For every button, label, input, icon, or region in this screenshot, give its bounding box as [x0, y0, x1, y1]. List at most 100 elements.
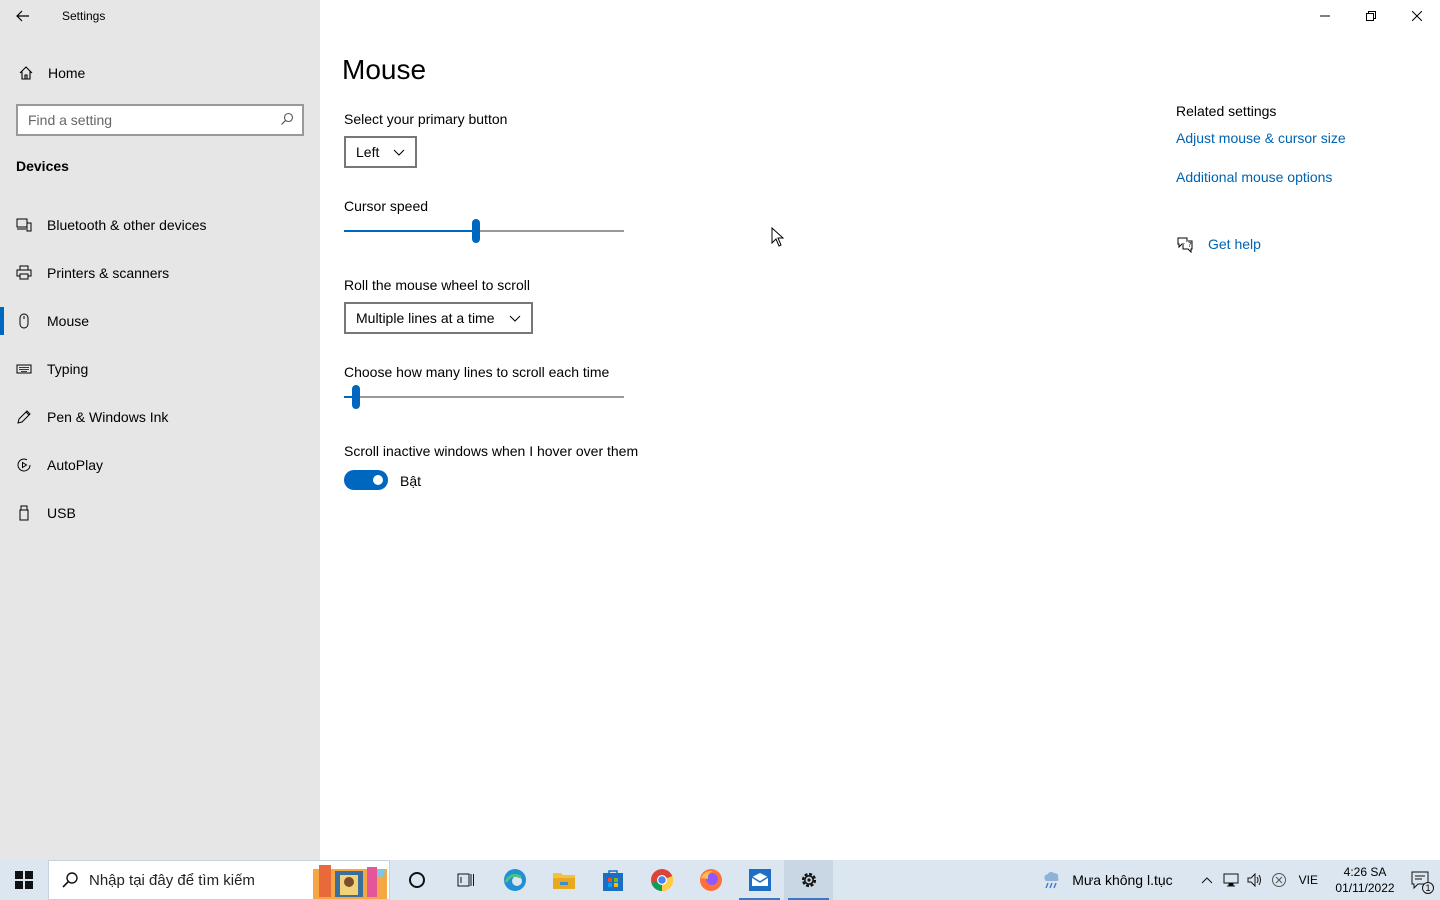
pen-icon [16, 409, 32, 425]
firefox-app-button[interactable] [686, 860, 735, 900]
network-icon [1223, 873, 1239, 887]
action-center-button[interactable]: 1 [1400, 860, 1440, 900]
input-language-indicator[interactable]: VIE [1299, 873, 1318, 887]
svg-text:?: ? [1188, 241, 1192, 249]
sidebar-item-label: Mouse [47, 313, 90, 329]
sidebar-item-label: Pen & Windows Ink [47, 409, 169, 425]
gear-icon [801, 872, 816, 888]
titlebar: Settings [0, 0, 320, 32]
notification-count-badge: 1 [1422, 882, 1434, 894]
store-app-button[interactable] [588, 860, 637, 900]
mail-app-icon [748, 869, 771, 891]
sidebar-item-label: Printers & scanners [47, 265, 170, 281]
taskbar-search-box[interactable]: Nhập tại đây để tìm kiếm [48, 860, 390, 900]
file-explorer-app-button[interactable] [539, 860, 588, 900]
related-settings-title: Related settings [1176, 103, 1277, 119]
app-title: Settings [62, 9, 106, 23]
printer-icon [16, 265, 32, 281]
wheel-scroll-value: Multiple lines at a time [356, 310, 495, 326]
additional-mouse-options-link[interactable]: Additional mouse options [1176, 169, 1332, 185]
sidebar-item-label: AutoPlay [47, 457, 104, 473]
edge-app-button[interactable] [490, 860, 539, 900]
keyboard-icon [16, 361, 32, 377]
windows-logo-icon [15, 871, 33, 889]
setting-search-box[interactable] [16, 104, 304, 136]
get-help-label: Get help [1208, 236, 1261, 252]
cortana-circle-icon [408, 872, 425, 888]
weather-widget[interactable]: Mưa không l.tục [1040, 869, 1173, 891]
toggle-knob [373, 475, 383, 485]
minimize-button[interactable] [1302, 0, 1348, 32]
blocked-circle-icon [1271, 873, 1286, 887]
store-bag-icon [602, 870, 623, 891]
lines-scroll-slider[interactable] [344, 385, 624, 409]
back-arrow-icon [16, 10, 29, 22]
start-button[interactable] [0, 860, 48, 900]
home-nav-item[interactable]: Home [0, 56, 320, 90]
adjust-cursor-size-link[interactable]: Adjust mouse & cursor size [1176, 130, 1346, 146]
primary-button-value: Left [356, 144, 380, 160]
inactive-scroll-toggle[interactable] [344, 470, 388, 490]
cortana-button[interactable] [392, 860, 441, 900]
sidebar-item-typing[interactable]: Typing [0, 345, 320, 393]
sidebar: Settings Home Devices Bluetooth & other … [0, 0, 320, 860]
sidebar-item-label: Bluetooth & other devices [47, 217, 207, 233]
clock[interactable]: 4:26 SA 01/11/2022 [1330, 864, 1400, 896]
task-view-icon [457, 873, 474, 887]
setting-search-input[interactable] [28, 112, 280, 128]
firefox-browser-icon [699, 869, 722, 891]
edge-browser-icon [503, 869, 526, 891]
slider-fill [344, 230, 476, 232]
chrome-browser-icon [650, 869, 673, 892]
slider-thumb[interactable] [352, 385, 360, 409]
sidebar-item-printers[interactable]: Printers & scanners [0, 249, 320, 297]
cursor-speed-label: Cursor speed [344, 198, 429, 214]
settings-app-button[interactable] [784, 860, 833, 900]
slider-thumb[interactable] [472, 219, 480, 243]
chrome-app-button[interactable] [637, 860, 686, 900]
show-hidden-icons-button[interactable] [1195, 860, 1219, 900]
clock-time: 4:26 SA [1343, 865, 1387, 879]
inactive-scroll-label: Scroll inactive windows when I hover ove… [344, 443, 639, 459]
lines-scroll-label: Choose how many lines to scroll each tim… [344, 364, 610, 380]
sidebar-item-autoplay[interactable]: AutoPlay [0, 441, 320, 489]
folder-icon [552, 873, 575, 889]
restore-button[interactable] [1348, 0, 1394, 32]
usb-icon [16, 505, 32, 521]
cursor-speed-slider[interactable] [344, 219, 624, 243]
page-title: Mouse [342, 54, 427, 85]
help-chat-icon: ? [1176, 235, 1194, 254]
volume-button[interactable] [1243, 860, 1267, 900]
system-tray: Mưa không l.tục VIE 4:26 SA 01/11/2022 1 [1040, 860, 1440, 900]
wheel-scroll-dropdown[interactable]: Multiple lines at a time [344, 302, 533, 334]
taskbar: Nhập tại đây để tìm kiếm Mưa không l.tục… [0, 860, 1440, 900]
search-icon[interactable] [280, 112, 294, 129]
close-button[interactable] [1394, 0, 1440, 32]
sidebar-item-pen[interactable]: Pen & Windows Ink [0, 393, 320, 441]
sidebar-item-label: USB [47, 505, 76, 521]
sidebar-item-mouse[interactable]: Mouse [0, 297, 320, 345]
primary-button-label: Select your primary button [344, 111, 508, 127]
section-label: Devices [16, 158, 69, 174]
weather-text: Mưa không l.tục [1072, 872, 1173, 888]
taskbar-search-placeholder: Nhập tại đây để tìm kiếm [89, 871, 255, 889]
clock-date: 01/11/2022 [1335, 881, 1395, 895]
sidebar-item-bluetooth[interactable]: Bluetooth & other devices [0, 201, 320, 249]
network-button[interactable] [1219, 860, 1243, 900]
task-view-button[interactable] [441, 860, 490, 900]
get-help-link[interactable]: ? Get help [1176, 235, 1261, 254]
slider-track [344, 396, 624, 398]
sidebar-item-label: Typing [47, 361, 89, 377]
mail-app-button[interactable] [735, 860, 784, 900]
sidebar-item-usb[interactable]: USB [0, 489, 320, 537]
rain-cloud-icon [1040, 869, 1062, 891]
window-controls [1302, 0, 1440, 32]
toggle-state-label: Bật [400, 473, 422, 489]
status-button[interactable] [1267, 860, 1291, 900]
back-button[interactable] [0, 0, 46, 32]
chevron-down-icon [509, 315, 521, 322]
primary-button-dropdown[interactable]: Left [344, 136, 418, 168]
mouse-pointer-icon [771, 227, 785, 247]
taskbar-pinned-apps [392, 860, 833, 900]
nav-list: Bluetooth & other devices Printers & sca… [0, 201, 320, 537]
